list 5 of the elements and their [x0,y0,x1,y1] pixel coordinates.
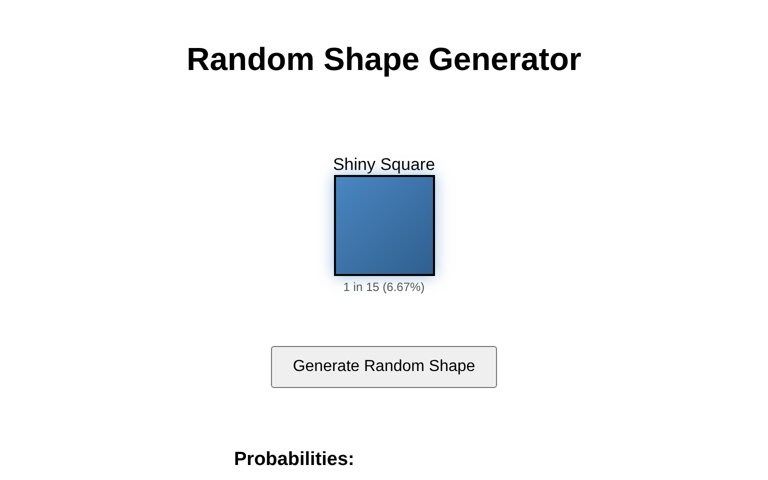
probabilities-heading: Probabilities: [234,448,354,472]
generate-button[interactable]: Generate Random Shape [271,346,497,388]
page-title: Random Shape Generator [186,40,582,78]
odds-text: 1 in 15 (6.67%) [343,280,425,294]
shape-name: Shiny Square [332,156,436,173]
